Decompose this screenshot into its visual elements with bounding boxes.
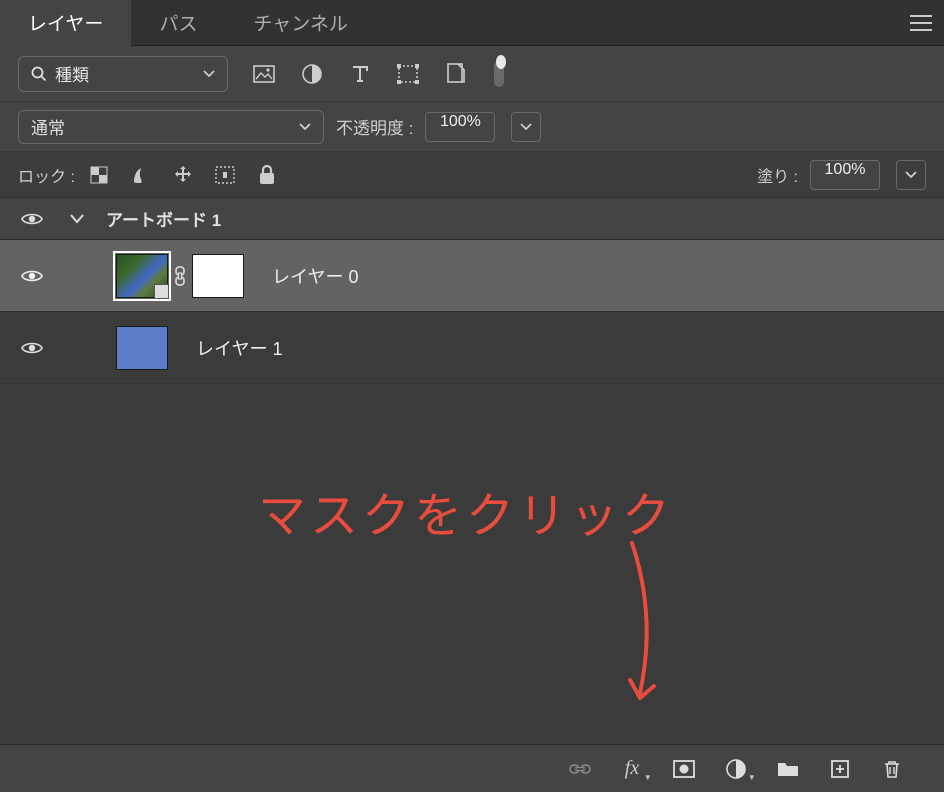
delete-layer-button[interactable]: [880, 757, 904, 781]
layers-list: アートボード 1 レイヤー 0: [0, 198, 944, 744]
new-adjustment-button[interactable]: ▾: [724, 757, 748, 781]
smartobject-badge-icon: [154, 284, 169, 299]
mask-thumbnail[interactable]: [192, 254, 244, 298]
new-layer-button[interactable]: [828, 757, 852, 781]
layer-name[interactable]: レイヤー 1: [196, 335, 282, 361]
lock-artboard-icon[interactable]: [213, 163, 237, 187]
panel-tabs: レイヤー パス チャンネル: [0, 0, 944, 46]
visibility-toggle[interactable]: [20, 264, 44, 288]
tab-layers[interactable]: レイヤー: [0, 0, 131, 46]
lock-position-icon[interactable]: [171, 163, 195, 187]
chevron-down-icon: [520, 123, 532, 131]
tab-channels[interactable]: チャンネル: [225, 0, 375, 46]
panel-menu-button[interactable]: [898, 0, 944, 46]
lock-label: ロック :: [18, 163, 75, 187]
layer-style-button[interactable]: fx▾: [620, 757, 644, 781]
mask-link-icon[interactable]: [174, 266, 186, 286]
lock-image-icon[interactable]: [129, 163, 153, 187]
fill-input[interactable]: 100%: [810, 160, 880, 190]
panel-footer: fx▾ ▾: [0, 744, 944, 792]
new-group-button[interactable]: [776, 757, 800, 781]
layers-panel: レイヤー パス チャンネル 種類 通常: [0, 0, 944, 792]
lock-all-icon[interactable]: [255, 163, 279, 187]
layer-row-0[interactable]: レイヤー 0: [0, 240, 944, 312]
fill-label: 塗り :: [757, 163, 798, 187]
filter-toggle[interactable]: [492, 62, 506, 86]
search-icon: [31, 66, 47, 82]
disclosure-toggle[interactable]: [70, 214, 84, 224]
chevron-down-icon: [905, 171, 917, 179]
opacity-stepper[interactable]: [511, 112, 541, 142]
layer-thumbnail[interactable]: [116, 254, 168, 298]
filter-smartobject-icon[interactable]: [444, 62, 468, 86]
filter-row: 種類: [0, 46, 944, 102]
blend-row: 通常 不透明度 : 100%: [0, 102, 944, 152]
filter-type-icon[interactable]: [348, 62, 372, 86]
layer-name[interactable]: レイヤー 0: [272, 263, 358, 289]
eye-icon: [21, 268, 43, 284]
chevron-down-icon: [299, 123, 311, 131]
artboard-row[interactable]: アートボード 1: [0, 198, 944, 240]
blend-mode-value: 通常: [31, 114, 65, 139]
chevron-down-icon: [70, 214, 84, 224]
lock-row: ロック : 塗り : 100%: [0, 152, 944, 198]
opacity-label: 不透明度 :: [336, 114, 413, 139]
blend-mode-select[interactable]: 通常: [18, 110, 324, 144]
add-mask-button[interactable]: [672, 757, 696, 781]
filter-pixel-icon[interactable]: [252, 62, 276, 86]
fill-stepper[interactable]: [896, 160, 926, 190]
eye-icon: [21, 211, 43, 227]
filter-kind-label: 種類: [55, 61, 89, 86]
layer-thumbnail[interactable]: [116, 326, 168, 370]
tab-paths[interactable]: パス: [131, 0, 225, 46]
artboard-name: アートボード 1: [106, 206, 221, 231]
annotation-arrow-icon: [602, 538, 672, 708]
annotation-text: マスクをクリック: [258, 476, 674, 546]
chevron-down-icon: [203, 70, 215, 78]
opacity-input[interactable]: 100%: [425, 112, 495, 142]
visibility-toggle[interactable]: [20, 207, 44, 231]
link-layers-button: [568, 757, 592, 781]
filter-type-buttons: [252, 62, 506, 86]
filter-kind-select[interactable]: 種類: [18, 56, 228, 92]
hamburger-icon: [910, 15, 932, 31]
lock-transparency-icon[interactable]: [87, 163, 111, 187]
filter-shape-icon[interactable]: [396, 62, 420, 86]
eye-icon: [21, 340, 43, 356]
layer-row-1[interactable]: レイヤー 1: [0, 312, 944, 384]
visibility-toggle[interactable]: [20, 336, 44, 360]
filter-adjustment-icon[interactable]: [300, 62, 324, 86]
